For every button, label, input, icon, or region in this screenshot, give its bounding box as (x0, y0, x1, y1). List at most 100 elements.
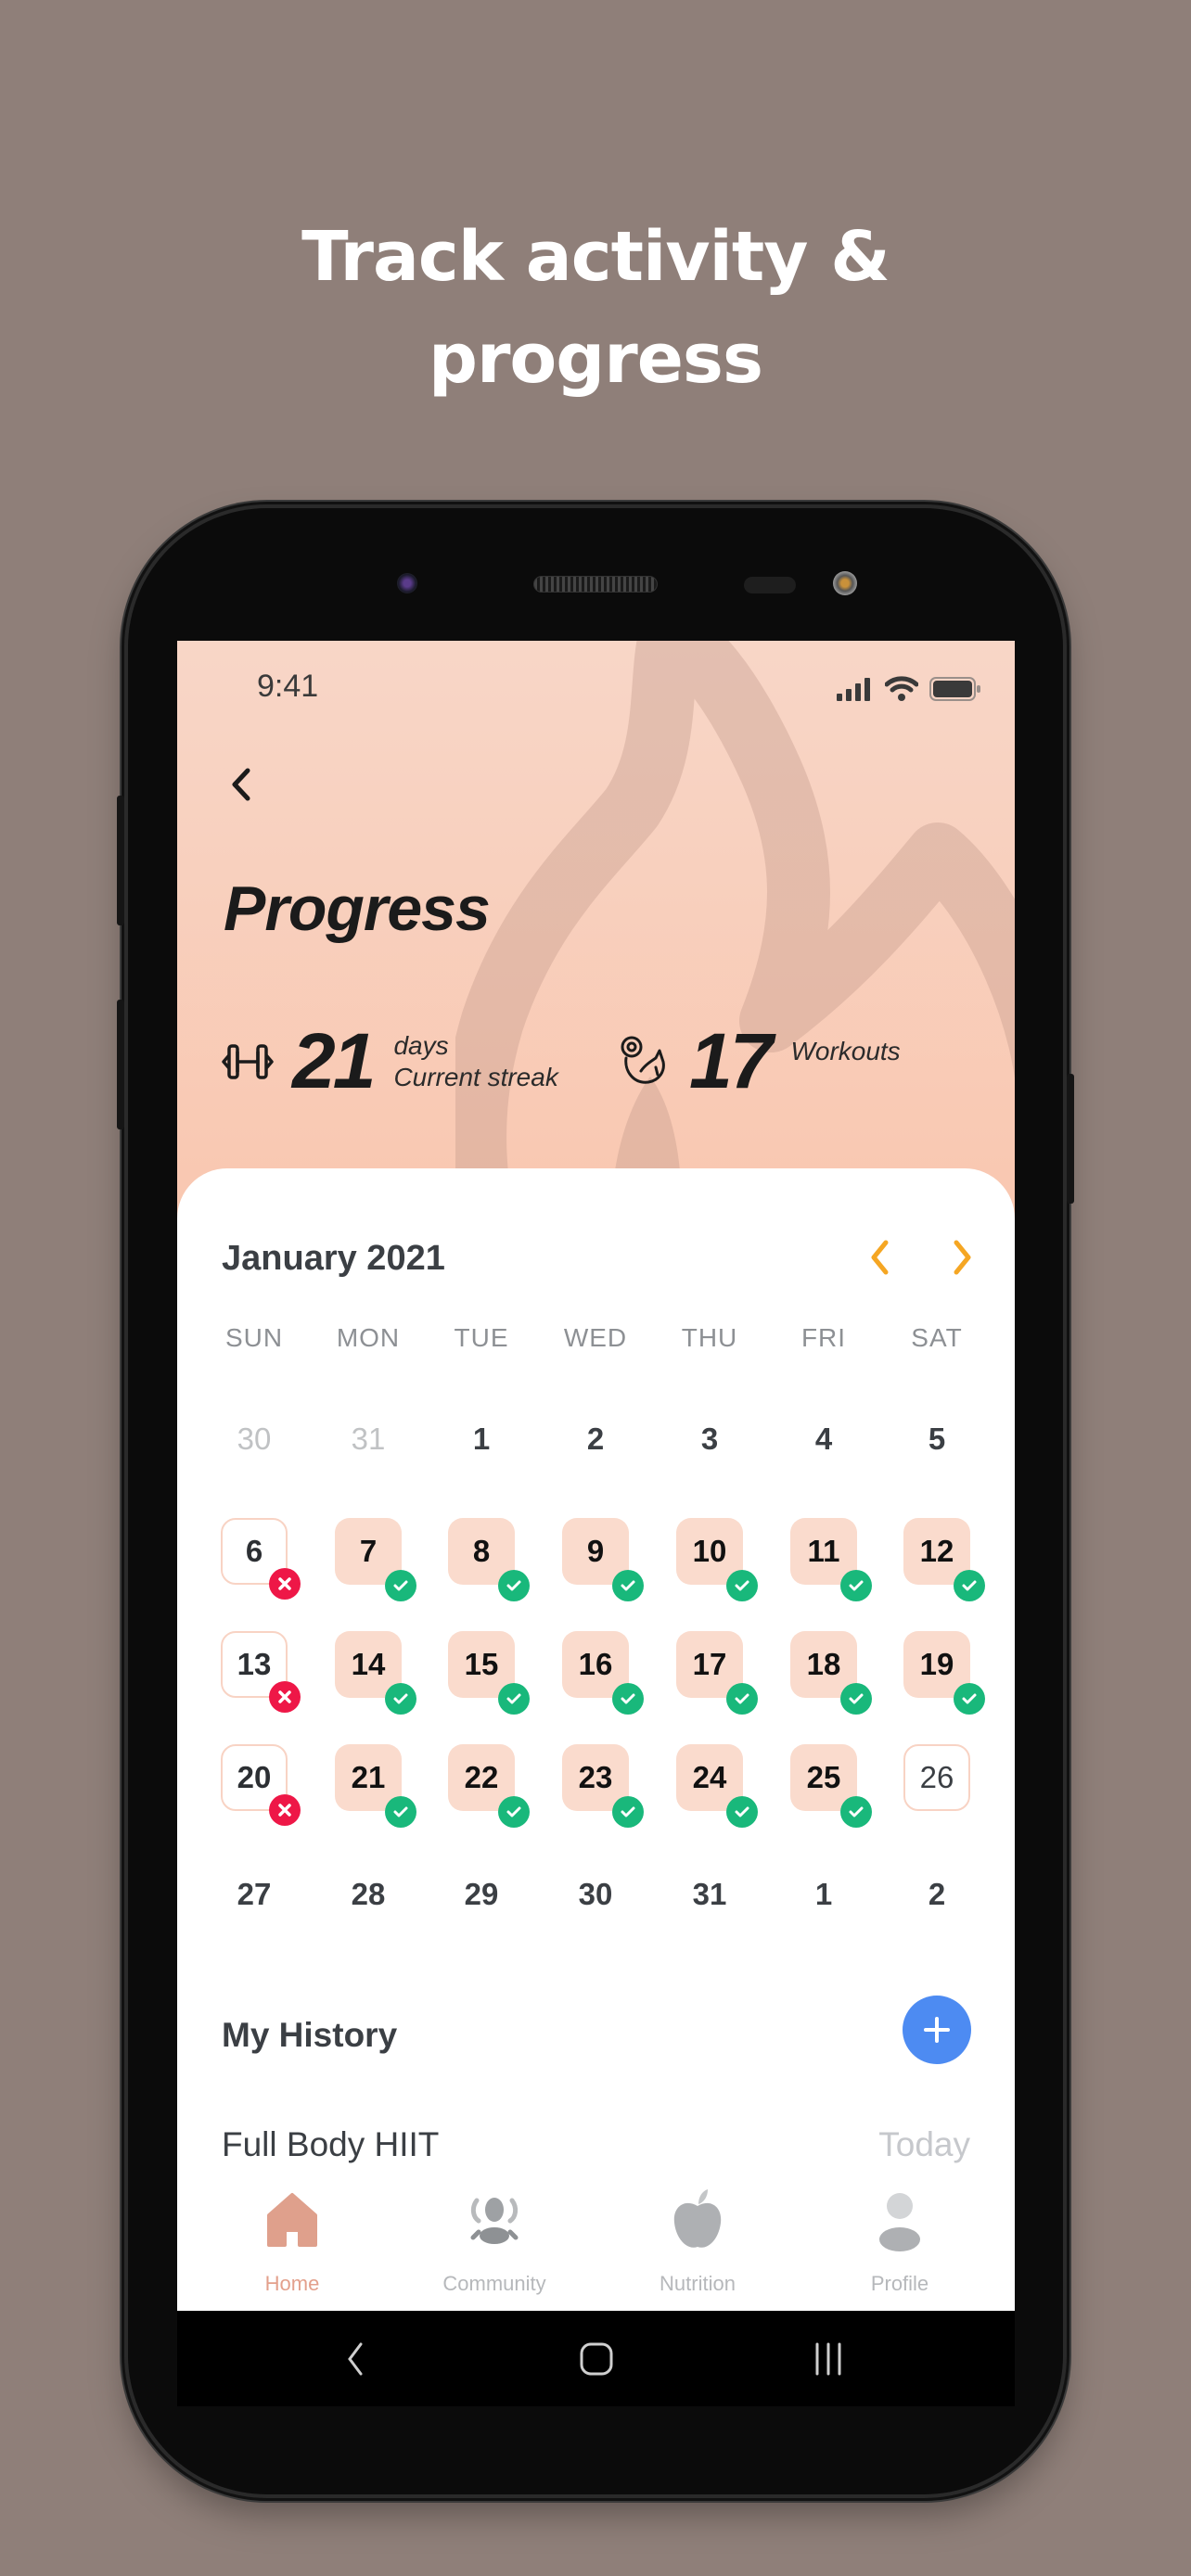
calendar-day[interactable]: 10 (676, 1518, 758, 1601)
calendar-day[interactable]: 30 (221, 1406, 288, 1473)
calendar-day[interactable]: 24 (676, 1744, 758, 1828)
calendar-day[interactable]: 4 (790, 1406, 857, 1473)
tab-nutrition[interactable]: Nutrition (614, 2187, 781, 2296)
back-button[interactable] (224, 761, 261, 808)
check-icon (385, 1683, 416, 1715)
tab-community[interactable]: Community (411, 2187, 578, 2296)
check-icon (385, 1796, 416, 1828)
weekday-label: WED (563, 1323, 628, 1352)
calendar-day-number: 30 (237, 1422, 272, 1456)
calendar-day[interactable]: 31 (335, 1406, 402, 1473)
app-screen: 9:41 Progress 21 days Current streak 17 … (177, 641, 1015, 2311)
marketing-headline: Track activity & progress (0, 206, 1191, 410)
check-icon (726, 1683, 758, 1715)
calendar-day[interactable]: 30 (562, 1861, 629, 1928)
calendar-day-number: 15 (464, 1647, 499, 1681)
check-icon (840, 1683, 872, 1715)
check-icon (498, 1796, 530, 1828)
calendar-day-number: 31 (692, 1877, 727, 1911)
prev-month-button[interactable] (862, 1237, 899, 1278)
phone-side-button (1067, 1074, 1074, 1204)
calendar-day[interactable]: 25 (790, 1744, 872, 1828)
calendar-day[interactable]: 29 (448, 1861, 515, 1928)
weekday-label: TUE (454, 1323, 509, 1352)
calendar-day[interactable]: 21 (335, 1744, 416, 1828)
streak-label: days Current streak (393, 1030, 557, 1093)
calendar-day[interactable]: 28 (335, 1861, 402, 1928)
phone-side-button (117, 1000, 124, 1129)
calendar-day[interactable]: 2 (903, 1861, 970, 1928)
home-circle-icon[interactable] (576, 2339, 617, 2379)
calendar-day[interactable]: 14 (335, 1631, 416, 1715)
recents-icon[interactable] (808, 2339, 849, 2379)
history-item-date: Today (878, 2125, 970, 2163)
calendar-day-number: 23 (578, 1760, 613, 1794)
cross-icon (269, 1681, 301, 1713)
calendar-day[interactable]: 6 (221, 1518, 301, 1600)
calendar-day[interactable]: 13 (221, 1631, 301, 1713)
calendar-day-number: 29 (464, 1877, 499, 1911)
calendar-day[interactable]: 26 (903, 1744, 970, 1811)
calendar-day[interactable]: 15 (448, 1631, 530, 1715)
weekday-label: FRI (800, 1323, 847, 1352)
add-history-button[interactable] (903, 1996, 971, 2064)
calendar-day-number: 11 (807, 1534, 840, 1568)
calendar-day-number: 16 (578, 1647, 613, 1681)
calendar-day[interactable]: 20 (221, 1744, 301, 1826)
calendar-day[interactable]: 1 (448, 1406, 515, 1473)
check-icon (954, 1683, 985, 1715)
headline-line-2: progress (428, 319, 763, 399)
history-title: My History (222, 2016, 398, 2054)
calendar-day[interactable]: 19 (903, 1631, 985, 1715)
calendar-day[interactable]: 8 (448, 1518, 530, 1601)
calendar-day-number: 3 (700, 1422, 719, 1456)
calendar-day[interactable]: 16 (562, 1631, 644, 1715)
status-time: 9:41 (257, 669, 319, 704)
check-icon (498, 1683, 530, 1715)
streak-label-bottom: Current streak (393, 1062, 558, 1091)
calendar-day[interactable]: 11 (790, 1518, 872, 1601)
phone-side-button (117, 796, 124, 925)
calendar-day[interactable]: 7 (335, 1518, 416, 1601)
tab-home[interactable]: Home (209, 2187, 376, 2296)
next-month-button[interactable] (943, 1237, 980, 1278)
streak-label-top: days (393, 1030, 449, 1060)
calendar-day-number: 22 (464, 1760, 499, 1794)
front-camera-icon (397, 573, 417, 593)
calendar-day[interactable]: 2 (562, 1406, 629, 1473)
check-icon (385, 1570, 416, 1601)
calendar-day[interactable]: 17 (676, 1631, 758, 1715)
calendar-day[interactable]: 31 (676, 1861, 743, 1928)
calendar-day-number: 26 (919, 1760, 954, 1794)
calendar-day[interactable]: 12 (903, 1518, 985, 1601)
flexed-arm-icon (621, 1036, 665, 1084)
calendar-day-number: 1 (814, 1877, 833, 1911)
check-icon (726, 1796, 758, 1828)
calendar-day[interactable]: 1 (790, 1861, 857, 1928)
proximity-sensor-icon (744, 577, 796, 593)
calendar-day-number: 2 (586, 1422, 605, 1456)
calendar-day[interactable]: 23 (562, 1744, 644, 1828)
calendar-day[interactable]: 3 (676, 1406, 743, 1473)
calendar-day[interactable]: 22 (448, 1744, 530, 1828)
calendar-day-number: 30 (578, 1877, 613, 1911)
calendar-day[interactable]: 27 (221, 1861, 288, 1928)
calendar-day-number: 4 (814, 1422, 833, 1456)
calendar-day[interactable]: 18 (790, 1631, 872, 1715)
calendar-day-number: 7 (359, 1534, 378, 1568)
calendar-day-number: 5 (928, 1422, 946, 1456)
check-icon (498, 1570, 530, 1601)
calendar-day-number: 2 (928, 1877, 946, 1911)
calendar-day[interactable]: 5 (903, 1406, 970, 1473)
calendar-day[interactable]: 9 (562, 1518, 644, 1601)
check-icon (954, 1570, 985, 1601)
profile-icon (879, 2193, 920, 2251)
calendar-day-number: 14 (351, 1647, 386, 1681)
earpiece-speaker-icon (533, 576, 658, 593)
history-item-name[interactable]: Full Body HIIT (222, 2125, 439, 2164)
check-icon (840, 1796, 872, 1828)
workouts-value: 17 (689, 1017, 773, 1104)
tab-profile[interactable]: Profile (816, 2187, 983, 2296)
cross-icon (269, 1568, 301, 1600)
back-icon[interactable] (335, 2339, 376, 2379)
